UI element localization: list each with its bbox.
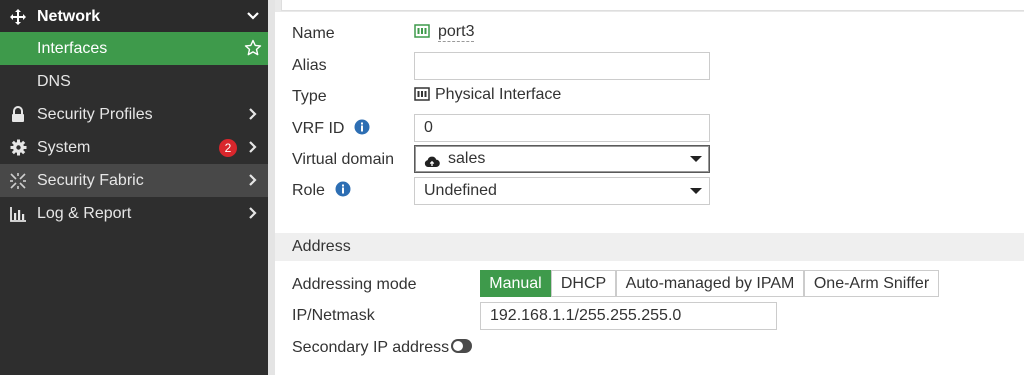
role-label: Role [292,182,325,199]
address-section-header: Address [275,233,1024,261]
name-label: Name [292,25,335,42]
alias-input[interactable] [414,52,710,80]
panel-divider [268,0,275,375]
chevron-right-icon [246,206,260,220]
move-arrows-icon [9,8,27,25]
fabric-icon [9,172,27,189]
notification-badge: 2 [219,139,237,157]
caret-down-icon [690,188,702,194]
sidebar-item-security-profiles[interactable]: Security Profiles [0,98,268,131]
secondary-ip-label: Secondary IP address [292,339,450,356]
sidebar-item-security-fabric[interactable]: Security Fabric [0,164,268,197]
sidebar-item-label: Log & Report [37,205,132,222]
vrf-id-input[interactable]: 0 [414,114,710,142]
name-value[interactable]: port3 [438,23,475,42]
secondary-ip-toggle[interactable] [451,339,472,353]
sidebar-group-label: Network [37,8,101,25]
sidebar-item-log-report[interactable]: Log & Report [0,197,268,230]
info-icon[interactable] [335,181,351,197]
sidebar: Network Interfaces DNS Security Profiles [0,0,268,375]
sidebar-item-label: Security Profiles [37,106,153,123]
role-select[interactable]: Undefined [414,177,710,205]
type-label: Type [292,88,327,105]
virtual-domain-select[interactable]: sales [414,145,710,173]
ip-netmask-input[interactable]: 192.168.1.1/255.255.255.0 [480,302,777,330]
ip-netmask-label: IP/Netmask [292,307,375,324]
sidebar-item-system[interactable]: System 2 [0,131,268,164]
interface-edit-form: Name port3 Alias Type Physical Interface… [275,0,1024,375]
addressing-mode-label: Addressing mode [292,276,417,293]
section-title: Address [292,238,351,255]
caret-down-icon [690,156,702,162]
chevron-right-icon [246,173,260,187]
sidebar-group-network[interactable]: Network [0,0,268,32]
vrf-id-label: VRF ID [292,120,345,137]
info-icon[interactable] [354,119,370,135]
mode-ipam-button[interactable]: Auto-managed by IPAM [616,270,804,297]
gear-icon [9,139,27,156]
sidebar-item-label: Interfaces [37,40,108,57]
port-icon [414,23,430,39]
chevron-down-icon [246,9,260,23]
virtual-domain-value: sales [448,150,486,167]
chevron-right-icon [246,107,260,121]
top-border-inner [281,0,1024,11]
sidebar-item-dns[interactable]: DNS [0,65,268,98]
role-value: Undefined [424,182,497,199]
sidebar-item-label: Security Fabric [37,172,144,189]
lock-icon [9,106,27,123]
alias-label: Alias [292,57,327,74]
mode-dhcp-button[interactable]: DHCP [551,270,616,297]
cloud-icon [424,152,440,168]
sidebar-item-label: DNS [37,73,71,90]
virtual-domain-label: Virtual domain [292,151,394,168]
star-icon[interactable] [244,39,262,57]
sidebar-item-interfaces[interactable]: Interfaces [0,32,268,65]
sidebar-item-label: System [37,139,91,156]
chevron-right-icon [246,140,260,154]
top-border [275,0,1024,12]
bar-chart-icon [9,205,27,222]
mode-manual-button[interactable]: Manual [480,270,551,297]
physical-interface-icon [414,86,430,102]
type-value: Physical Interface [435,86,562,103]
mode-sniffer-button[interactable]: One-Arm Sniffer [804,270,939,297]
